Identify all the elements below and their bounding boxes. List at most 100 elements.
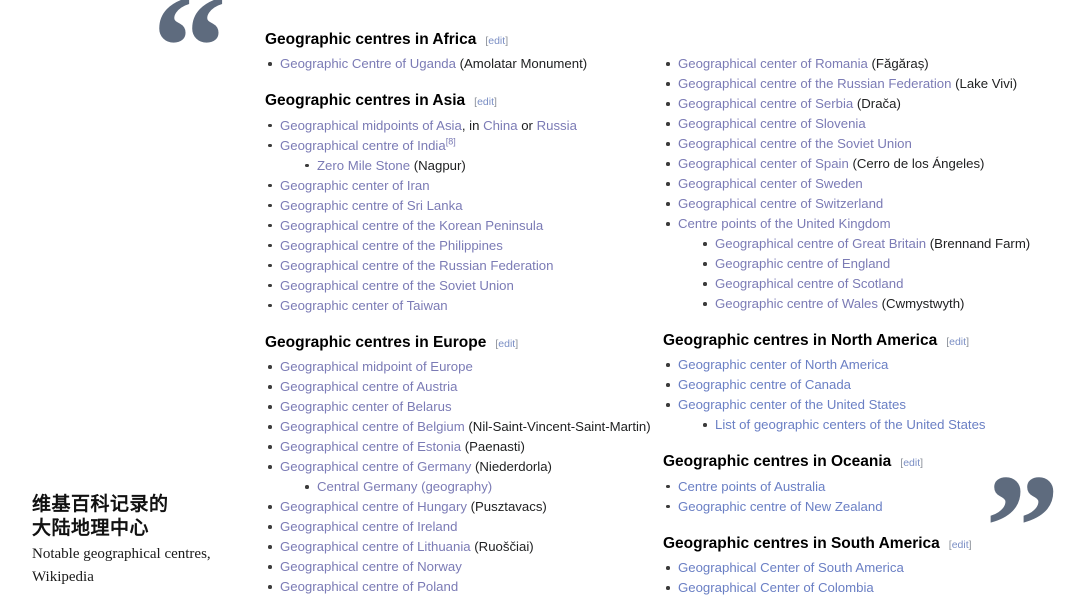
link-serbia[interactable]: Geographical centre of Serbia bbox=[678, 96, 853, 111]
link-north-america[interactable]: Geographic center of North America bbox=[678, 357, 888, 372]
link-switzerland[interactable]: Geographical centre of Switzerland bbox=[678, 196, 883, 211]
sublist-united-states: List of geographic centers of the United… bbox=[678, 415, 1063, 435]
link-romania[interactable]: Geographical center of Romania bbox=[678, 56, 868, 71]
edit-label[interactable]: edit bbox=[488, 35, 505, 47]
link-united-states[interactable]: Geographic center of the United States bbox=[678, 397, 906, 412]
edit-link-europe[interactable]: [edit] bbox=[495, 338, 518, 351]
link-south-america[interactable]: Geographical Center of South America bbox=[678, 560, 904, 575]
link-soviet-union-asia[interactable]: Geographical centre of the Soviet Union bbox=[280, 278, 514, 293]
link-uganda[interactable]: Geographic Centre of Uganda bbox=[280, 56, 456, 71]
link-great-britain[interactable]: Geographical centre of Great Britain bbox=[715, 236, 926, 251]
article-body: Geographic centres in Africa [edit] Geog… bbox=[0, 0, 1080, 608]
link-ireland[interactable]: Geographical centre of Ireland bbox=[280, 519, 457, 534]
link-canada[interactable]: Geographic centre of Canada bbox=[678, 377, 851, 392]
link-new-zealand[interactable]: Geographic centre of New Zealand bbox=[678, 499, 883, 514]
edit-link-africa[interactable]: [edit] bbox=[485, 35, 508, 48]
edit-label[interactable]: edit bbox=[498, 338, 515, 350]
sublist-united-kingdom: Geographical centre of Great Britain (Br… bbox=[678, 234, 1063, 314]
list-item: Geographical Center of South America bbox=[663, 558, 1063, 578]
link-india[interactable]: Geographical centre of India bbox=[280, 138, 446, 153]
link-belarus[interactable]: Geographic center of Belarus bbox=[280, 399, 452, 414]
list-item: Geographic Centre of Uganda (Amolatar Mo… bbox=[265, 54, 650, 74]
link-scotland[interactable]: Geographical centre of Scotland bbox=[715, 276, 903, 291]
list-item: Geographic centre of Canada bbox=[663, 375, 1063, 395]
link-germany[interactable]: Geographical centre of Germany bbox=[280, 459, 471, 474]
section-oceania: Geographic centres in Oceania [edit] Cen… bbox=[663, 452, 1063, 516]
edit-label[interactable]: edit bbox=[903, 457, 920, 469]
list-item: Zero Mile Stone (Nagpur) bbox=[302, 156, 650, 176]
list-item: Geographic center of Belarus bbox=[265, 397, 650, 417]
list-item: Geographical center of Romania (Făgăraș) bbox=[663, 54, 1063, 74]
edit-bracket-close: ] bbox=[515, 338, 518, 350]
link-zero-mile-stone[interactable]: Zero Mile Stone bbox=[317, 158, 410, 173]
article-column-left: Geographic centres in Africa [edit] Geog… bbox=[265, 30, 650, 597]
link-spain[interactable]: Geographical center of Spain bbox=[678, 156, 849, 171]
list-item: Geographical centre of Scotland bbox=[700, 274, 1063, 294]
link-united-kingdom[interactable]: Centre points of the United Kingdom bbox=[678, 216, 891, 231]
heading-europe: Geographic centres in Europe [edit] bbox=[265, 333, 650, 352]
link-belgium[interactable]: Geographical centre of Belgium bbox=[280, 419, 465, 434]
link-iran[interactable]: Geographic center of Iran bbox=[280, 178, 430, 193]
list-item: Geographical centre of Norway bbox=[265, 557, 650, 577]
section-africa: Geographic centres in Africa [edit] Geog… bbox=[265, 30, 650, 74]
list-item: Geographical centre of Belgium (Nil-Sain… bbox=[265, 417, 650, 437]
link-norway[interactable]: Geographical centre of Norway bbox=[280, 559, 462, 574]
link-lithuania[interactable]: Geographical centre of Lithuania bbox=[280, 539, 471, 554]
list-item: Geographical centre of the Russian Feder… bbox=[663, 74, 1063, 94]
list-item: Centre points of Australia bbox=[663, 477, 1063, 497]
list-item: Geographical centre of the Soviet Union bbox=[663, 134, 1063, 154]
edit-label[interactable]: edit bbox=[952, 539, 969, 551]
list-item: Geographical Center of Colombia bbox=[663, 578, 1063, 598]
edit-link-asia[interactable]: [edit] bbox=[474, 96, 497, 109]
list-item: Geographical centre of Slovenia bbox=[663, 114, 1063, 134]
list-item: Geographic center of Taiwan bbox=[265, 296, 650, 316]
list-item: Geographical centre of Ireland bbox=[265, 517, 650, 537]
edit-bracket-close: ] bbox=[969, 539, 972, 551]
asia-connector-1: , in bbox=[462, 118, 483, 133]
link-midpoint-europe[interactable]: Geographical midpoint of Europe bbox=[280, 359, 473, 374]
heading-north-america-text: Geographic centres in North America bbox=[663, 331, 937, 350]
list-item: Central Germany (geography) bbox=[302, 477, 650, 497]
list-item: Geographical centre of Poland bbox=[265, 577, 650, 597]
edit-bracket-close: ] bbox=[505, 35, 508, 47]
heading-africa: Geographic centres in Africa [edit] bbox=[265, 30, 650, 49]
link-russia[interactable]: Russia bbox=[537, 118, 577, 133]
link-russian-federation-europe[interactable]: Geographical centre of the Russian Feder… bbox=[678, 76, 951, 91]
link-russian-federation-asia[interactable]: Geographical centre of the Russian Feder… bbox=[280, 258, 553, 273]
link-england[interactable]: Geographic centre of England bbox=[715, 256, 890, 271]
list-item: Geographical centre of the Korean Penins… bbox=[265, 216, 650, 236]
link-central-germany[interactable]: Central Germany (geography) bbox=[317, 479, 492, 494]
suffix-wales: (Cwmystwyth) bbox=[878, 296, 964, 311]
link-hungary[interactable]: Geographical centre of Hungary bbox=[280, 499, 467, 514]
link-slovenia[interactable]: Geographical centre of Slovenia bbox=[678, 116, 866, 131]
link-poland[interactable]: Geographical centre of Poland bbox=[280, 579, 458, 594]
link-australia[interactable]: Centre points of Australia bbox=[678, 479, 825, 494]
edit-link-north-america[interactable]: [edit] bbox=[946, 336, 969, 349]
heading-asia-text: Geographic centres in Asia bbox=[265, 91, 465, 110]
list-item: Geographic center of Iran bbox=[265, 176, 650, 196]
link-philippines[interactable]: Geographical centre of the Philippines bbox=[280, 238, 503, 253]
list-asia: Geographical midpoints of Asia, in China… bbox=[265, 116, 650, 316]
link-estonia[interactable]: Geographical centre of Estonia bbox=[280, 439, 461, 454]
link-korean-peninsula[interactable]: Geographical centre of the Korean Penins… bbox=[280, 218, 543, 233]
link-taiwan[interactable]: Geographic center of Taiwan bbox=[280, 298, 448, 313]
link-wales[interactable]: Geographic centre of Wales bbox=[715, 296, 878, 311]
link-sri-lanka[interactable]: Geographic centre of Sri Lanka bbox=[280, 198, 463, 213]
list-item: Geographical centre of Serbia (Drača) bbox=[663, 94, 1063, 114]
link-soviet-union-europe[interactable]: Geographical centre of the Soviet Union bbox=[678, 136, 912, 151]
edit-bracket-close: ] bbox=[494, 96, 497, 108]
link-austria[interactable]: Geographical centre of Austria bbox=[280, 379, 457, 394]
link-china[interactable]: China bbox=[483, 118, 517, 133]
edit-label[interactable]: edit bbox=[477, 96, 494, 108]
suffix-romania: (Făgăraș) bbox=[868, 56, 929, 71]
link-midpoints-asia[interactable]: Geographical midpoints of Asia bbox=[280, 118, 462, 133]
link-list-us-centers[interactable]: List of geographic centers of the United… bbox=[715, 417, 986, 432]
edit-link-oceania[interactable]: [edit] bbox=[900, 457, 923, 470]
reference-marker-8[interactable]: [8] bbox=[446, 136, 456, 146]
edit-link-south-america[interactable]: [edit] bbox=[949, 539, 972, 552]
heading-south-america-text: Geographic centres in South America bbox=[663, 534, 940, 553]
edit-label[interactable]: edit bbox=[949, 336, 966, 348]
list-item: Geographical centre of Austria bbox=[265, 377, 650, 397]
link-sweden[interactable]: Geographical center of Sweden bbox=[678, 176, 863, 191]
link-colombia[interactable]: Geographical Center of Colombia bbox=[678, 580, 874, 595]
